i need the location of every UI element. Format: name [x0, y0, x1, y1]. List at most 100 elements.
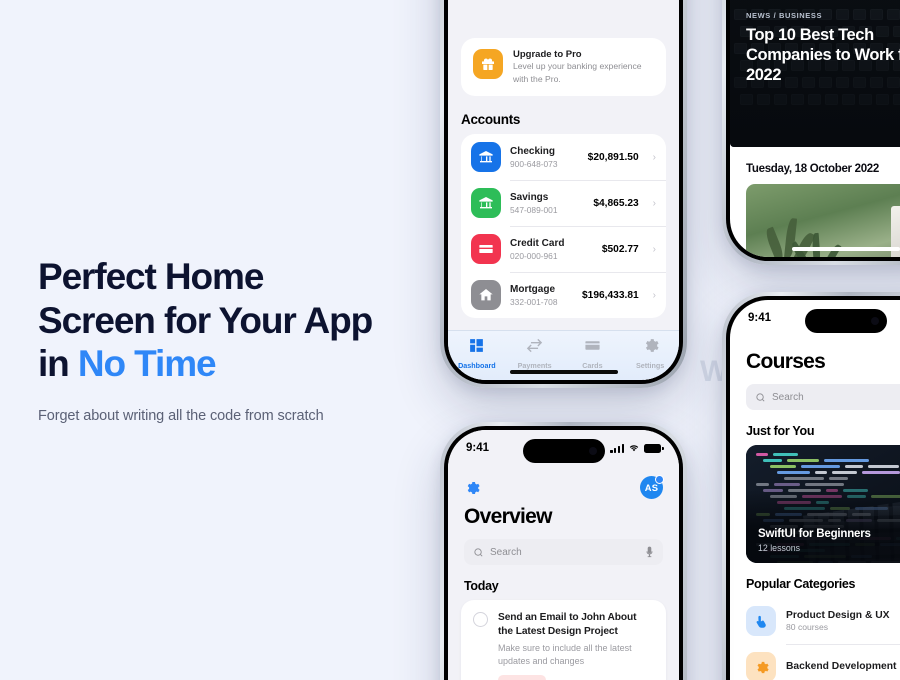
overview-title: Overview: [464, 505, 552, 528]
courses-title: Courses: [746, 350, 826, 373]
account-number: 020-000-961: [510, 250, 558, 261]
status-time: 9:41: [466, 442, 490, 454]
transfer-icon: [526, 338, 543, 353]
chevron-right-icon: ›: [652, 197, 656, 209]
bank-icon: [471, 188, 501, 219]
leaf-shape: [811, 232, 821, 257]
tab-label: Dashboard: [458, 361, 496, 370]
gear-icon: [746, 652, 776, 680]
account-name: Mortgage: [510, 284, 555, 296]
chevron-right-icon: ›: [652, 151, 656, 163]
hero-subtitle: Forget about writing all the code from s…: [38, 407, 324, 424]
account-row-checking[interactable]: Checking 900-648-073 $20,891.50 ›: [461, 134, 666, 180]
card-icon: [585, 341, 600, 350]
account-number: 900-648-073: [510, 158, 558, 169]
gear-icon[interactable]: [464, 480, 480, 496]
cellular-icon: [610, 443, 624, 453]
gift-icon: [473, 49, 503, 79]
phone-mockup-banking: Upgrade to Pro Level up your banking exp…: [440, 0, 687, 388]
chevron-right-icon: ›: [652, 243, 656, 255]
category-count: 80 courses: [786, 622, 829, 633]
news-hero-card[interactable]: NEWS / BUSINESS Top 10 Best Tech Compani…: [730, 0, 900, 147]
home-indicator: [791, 246, 900, 251]
account-row-savings[interactable]: Savings 547-089-001 $4,865.23 ›: [461, 180, 666, 226]
news-hero-title: Top 10 Best Tech Companies to Work for i…: [746, 26, 900, 84]
today-task-list: Send an Email to John About the Latest D…: [461, 600, 666, 680]
search-placeholder: Search: [490, 546, 522, 558]
promo-description: Level up your banking experience with th…: [513, 61, 642, 84]
tab-label: Settings: [635, 361, 665, 370]
news-date: Tuesday, 18 October 2022: [746, 163, 879, 175]
account-amount: $502.77: [601, 243, 639, 255]
section-popular-categories: Popular Categories: [746, 577, 856, 591]
phone-mockup-overview: 9:41 AS Overview Search Today Send an Em…: [440, 422, 687, 680]
headline-line-2: Screen for Your App: [38, 299, 373, 341]
phone-mockup-news: NEWS / BUSINESS Top 10 Best Tech Compani…: [722, 0, 900, 265]
tab-payments[interactable]: Payments: [506, 337, 564, 370]
account-amount: $196,433.81: [582, 289, 639, 301]
account-row-mortgage[interactable]: Mortgage 332-001-708 $196,433.81 ›: [461, 272, 666, 318]
home-indicator: [509, 369, 618, 374]
category-row-backend[interactable]: Backend Development: [730, 644, 900, 680]
featured-course-card[interactable]: SwiftUI for Beginners 12 lessons: [746, 445, 900, 563]
dashboard-icon: [470, 339, 484, 352]
tap-icon: [746, 606, 776, 636]
card-icon: [471, 234, 501, 265]
section-just-for-you: Just for You: [746, 424, 815, 438]
hero-copy: Perfect Home Screen for Your App in No T…: [38, 255, 418, 424]
search-icon: [756, 392, 765, 401]
account-name: Savings: [510, 192, 549, 204]
task-checkbox[interactable]: [473, 612, 488, 627]
course-lessons: 12 lessons: [758, 543, 801, 553]
bank-icon: [471, 142, 501, 173]
account-row-credit-card[interactable]: Credit Card 020-000-961 $502.77 ›: [461, 226, 666, 272]
category-name: Backend Development: [786, 660, 897, 672]
gear-icon: [645, 339, 659, 352]
status-time: 9:41: [748, 312, 772, 324]
task-title: Send an Email to John About the Latest D…: [498, 612, 637, 637]
dynamic-island: [804, 309, 887, 333]
account-amount: $20,891.50: [587, 151, 639, 163]
search-placeholder: Search: [772, 391, 804, 403]
news-screen: NEWS / BUSINESS Top 10 Best Tech Compani…: [730, 0, 900, 257]
banking-screen: Upgrade to Pro Level up your banking exp…: [448, 0, 679, 380]
mic-icon[interactable]: [645, 546, 654, 558]
category-name: Product Design & UX: [786, 609, 890, 621]
phone-mockup-courses: 9:41 Courses Search Just for You SwiftUI…: [722, 292, 900, 680]
leaf-shape: [763, 226, 786, 257]
category-row-product-design[interactable]: Product Design & UX 80 courses: [730, 598, 900, 644]
tab-cards[interactable]: Cards: [564, 337, 622, 370]
account-amount: $4,865.23: [593, 197, 639, 209]
dynamic-island: [522, 439, 605, 463]
headline-line-3-prefix: in: [38, 343, 78, 385]
courses-screen: 9:41 Courses Search Just for You SwiftUI…: [730, 300, 900, 680]
promo-title: Upgrade to Pro: [513, 49, 582, 60]
tab-settings[interactable]: Settings: [621, 337, 679, 370]
account-number: 547-089-001: [510, 204, 558, 215]
search-input[interactable]: Search: [464, 539, 663, 565]
search-input[interactable]: Search: [746, 384, 900, 410]
status-badge: URGENT: [498, 674, 547, 680]
account-name: Checking: [510, 146, 556, 158]
accounts-section-title: Accounts: [461, 112, 521, 128]
task-row[interactable]: Send an Email to John About the Latest D…: [461, 600, 666, 680]
account-number: 332-001-708: [510, 296, 558, 307]
battery-icon: [644, 443, 664, 453]
chevron-right-icon: ›: [652, 289, 656, 301]
account-name: Credit Card: [510, 238, 565, 250]
news-kicker: NEWS / BUSINESS: [746, 11, 823, 20]
section-today: Today: [464, 579, 499, 593]
course-name: SwiftUI for Beginners: [758, 528, 871, 540]
house-icon: [471, 280, 501, 311]
promo-card[interactable]: Upgrade to Pro Level up your banking exp…: [461, 38, 666, 97]
search-icon: [474, 547, 483, 556]
headline-accent: No Time: [77, 343, 217, 385]
headline-line-1: Perfect Home: [38, 256, 264, 297]
accounts-list: Checking 900-648-073 $20,891.50 › Saving…: [461, 134, 666, 319]
tab-dashboard[interactable]: Dashboard: [448, 337, 506, 370]
page-title: Perfect Home Screen for Your App in No T…: [38, 255, 418, 386]
overview-screen: 9:41 AS Overview Search Today Send an Em…: [448, 430, 679, 680]
wifi-icon: [629, 445, 639, 452]
task-description: Make sure to include all the latest upda…: [498, 643, 632, 666]
avatar[interactable]: AS: [640, 475, 664, 499]
